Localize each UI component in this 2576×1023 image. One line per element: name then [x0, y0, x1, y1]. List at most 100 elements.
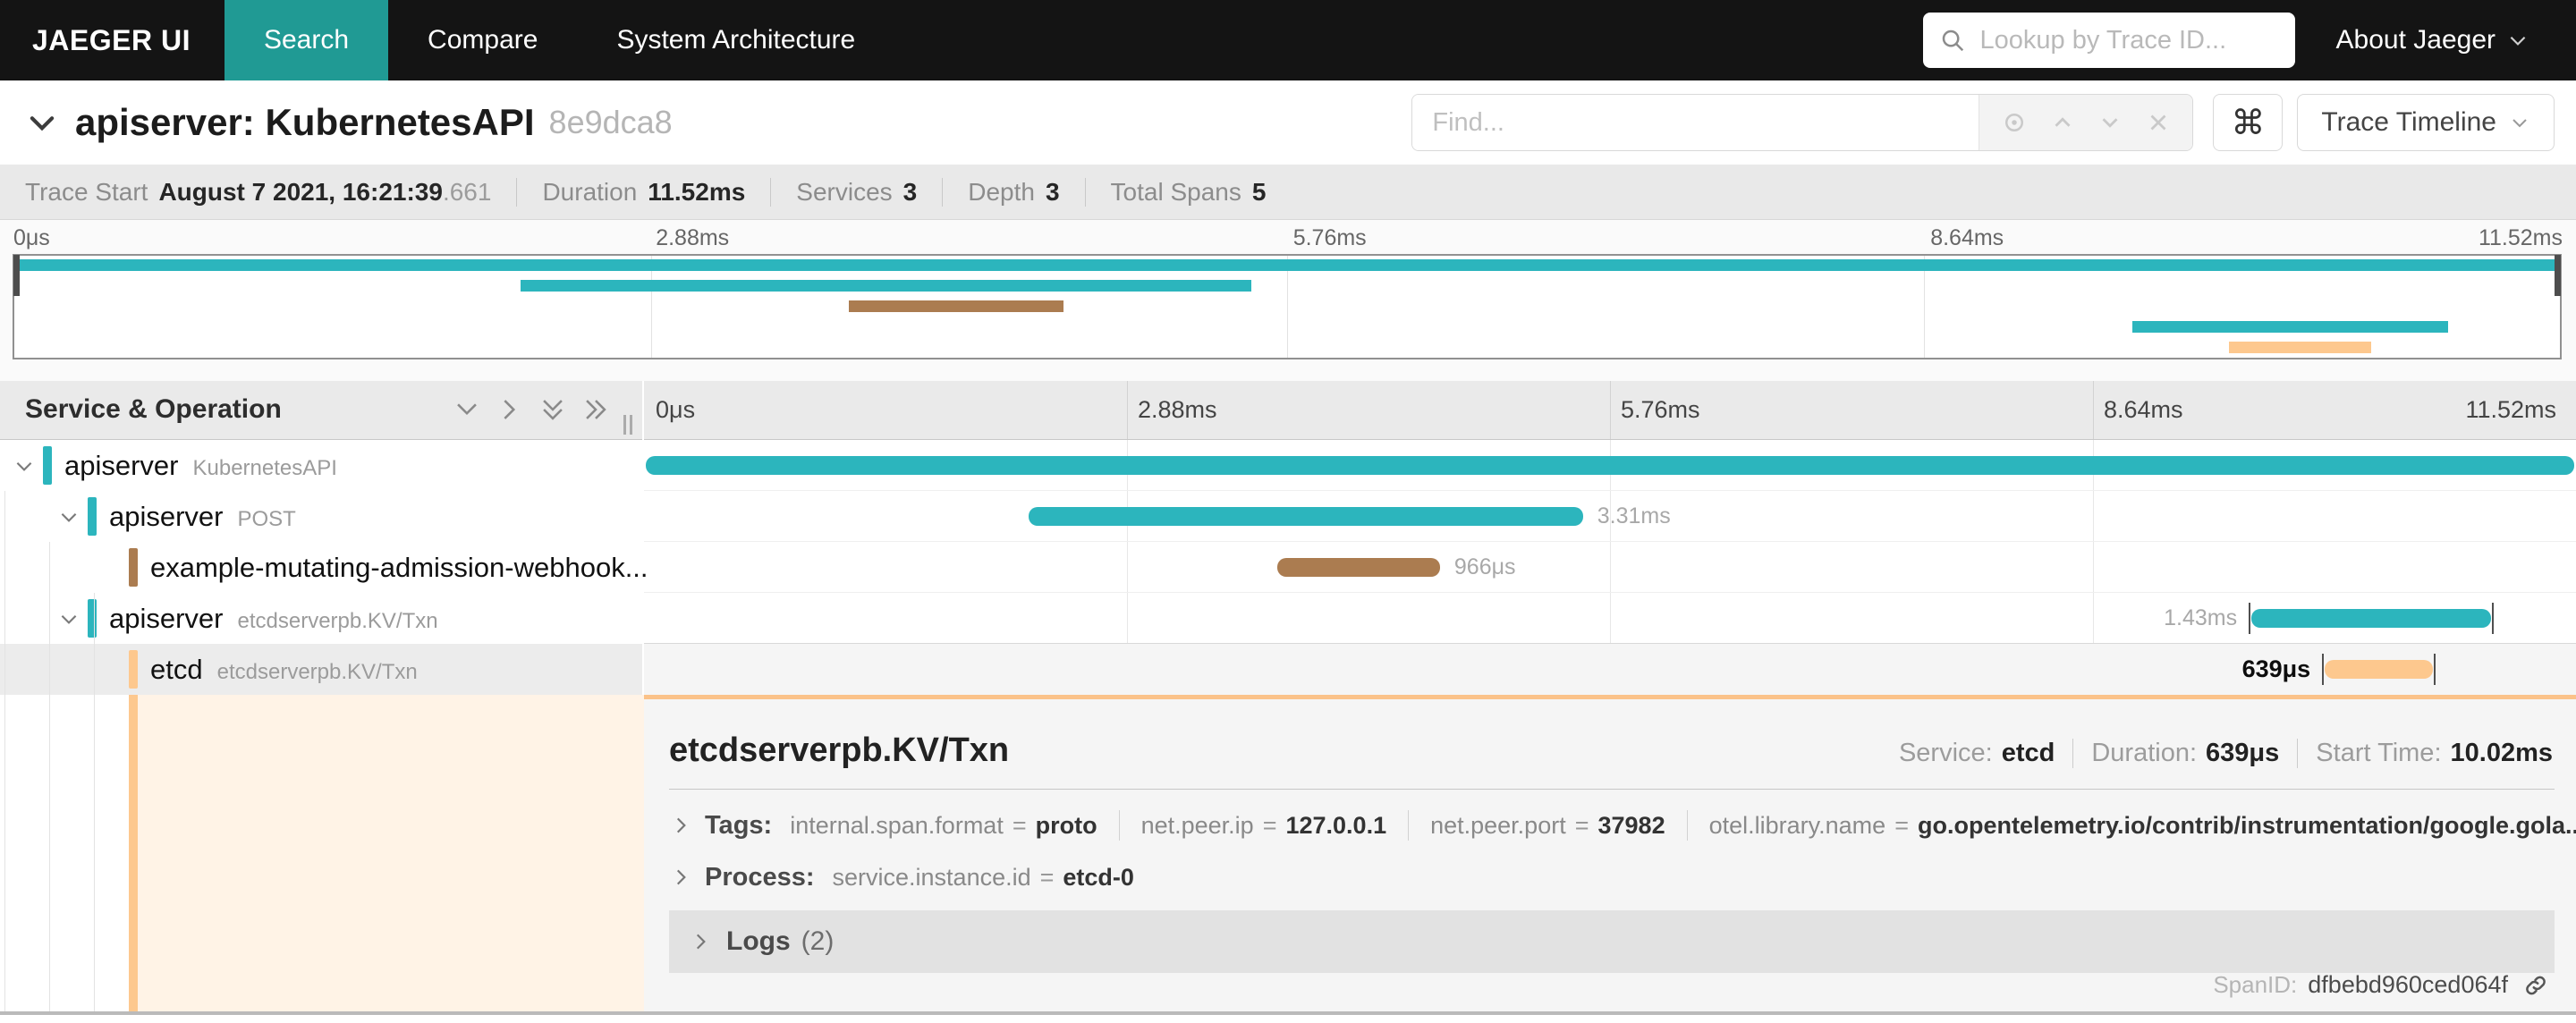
- minimap-span-bar: [2131, 321, 2448, 333]
- span-detail-meta: Service: etcd Duration: 639μs Start Time: 1…: [1898, 739, 2554, 768]
- minimap-gridline: [650, 256, 652, 358]
- indent-guide: [94, 593, 95, 1011]
- trace-view-dropdown[interactable]: Trace Timeline: [2297, 94, 2555, 151]
- tag-item: net.peer.ip = 127.0.0.1: [1140, 811, 1387, 839]
- process-expander[interactable]: Process: service.instance.id = etcd-0: [669, 857, 2555, 898]
- span-name-cell[interactable]: apiserver KubernetesAPI: [0, 440, 644, 491]
- span-row-apiserver-txn: apiserver etcdserverpb.KV/Txn 1.43ms: [0, 593, 2576, 644]
- search-icon: [1942, 30, 1963, 52]
- span-name-cell[interactable]: apiserver POST: [0, 491, 644, 542]
- nav-tab-search[interactable]: Search: [224, 0, 389, 80]
- minimap-right-drag-handle[interactable]: [2555, 255, 2561, 296]
- span-duration-bar[interactable]: [2322, 654, 2436, 685]
- column-resize-handle[interactable]: [623, 415, 636, 435]
- header-gridline: [1610, 381, 1611, 439]
- span-row-apiserver-kubernetesapi: apiserver KubernetesAPI: [0, 440, 2576, 491]
- trace-summary-bar: Trace Start August 7 2021, 16:21:39 .661…: [0, 165, 2576, 220]
- process-item: service.instance.id = etcd-0: [832, 863, 1134, 891]
- indent-guide: [4, 491, 5, 1011]
- trace-header: apiserver: KubernetesAPI 8e9dca8 ⌘ Trace…: [0, 80, 2576, 165]
- summary-total-spans: Total Spans 5: [1084, 177, 1266, 207]
- span-timeline-cell: [644, 440, 2576, 491]
- span-operation: etcdserverpb.KV/Txn: [237, 609, 438, 633]
- find-input[interactable]: [1412, 95, 1979, 150]
- detail-service: etcd: [2001, 739, 2055, 767]
- logs-expander[interactable]: Logs (2): [669, 910, 2555, 973]
- chevron-right-icon: [676, 869, 686, 885]
- chevron-down-icon[interactable]: [57, 505, 80, 528]
- find-controls: [1979, 95, 2193, 150]
- span-duration-label: 3.31ms: [1597, 503, 1671, 528]
- span-duration-label: 966μs: [1453, 554, 1516, 579]
- span-detail-panel: etcdserverpb.KV/Txn Service: etcd Duratio…: [644, 695, 2576, 1011]
- trace-title: apiserver: KubernetesAPI: [75, 101, 535, 143]
- timeline-tick: 8.64ms: [2104, 396, 2183, 423]
- match-highlight-icon[interactable]: [2001, 109, 2028, 136]
- page-bottom: [0, 1015, 2576, 1023]
- nav-tab-compare[interactable]: Compare: [388, 0, 577, 80]
- collapse-all-icon[interactable]: [538, 394, 568, 425]
- span-timeline-cell: 1.43ms: [644, 593, 2576, 644]
- span-service: apiserver: [109, 603, 224, 634]
- minimap-span-bar: [16, 259, 2558, 271]
- trace-id-input[interactable]: [1978, 24, 2279, 56]
- span-timeline-cell: 639μs: [644, 644, 2576, 695]
- span-detail-title: etcdserverpb.KV/Txn: [669, 731, 1010, 769]
- minimap-gridline: [1923, 256, 1925, 358]
- indent-guide: [49, 542, 50, 1011]
- span-row-etcd-txn-selected: etcd etcdserverpb.KV/Txn 639μs: [0, 644, 2576, 695]
- span-name-cell[interactable]: example-mutating-admission-webhook...: [0, 542, 648, 593]
- clear-find-icon[interactable]: [2145, 109, 2172, 136]
- chevron-down-icon: [2510, 36, 2526, 46]
- span-color-bar: [88, 599, 97, 638]
- service-operation-header: Service & Operation: [0, 381, 644, 440]
- jaeger-logo[interactable]: JAEGER UI: [0, 24, 225, 57]
- span-operation: KubernetesAPI: [192, 456, 337, 480]
- nav-tab-system-architecture[interactable]: System Architecture: [577, 0, 894, 80]
- span-detail-gutter: [0, 695, 644, 1011]
- expand-one-icon[interactable]: [495, 394, 525, 425]
- minimap-span-bar: [2229, 342, 2372, 353]
- span-operation: etcdserverpb.KV/Txn: [216, 660, 418, 684]
- about-jaeger-menu[interactable]: About Jaeger: [2336, 25, 2529, 55]
- chevron-right-icon: [696, 934, 706, 950]
- span-color-bar: [88, 497, 97, 536]
- span-row-apiserver-post: apiserver POST 3.31ms: [0, 491, 2576, 542]
- span-edge-tick: [2491, 603, 2494, 634]
- collapse-one-icon[interactable]: [452, 394, 482, 425]
- span-name-cell[interactable]: apiserver etcdserverpb.KV/Txn: [0, 593, 644, 644]
- chevron-down-icon[interactable]: [57, 607, 80, 630]
- minimap-tick: 0μs: [13, 225, 50, 250]
- minimap-tick: 11.52ms: [2478, 225, 2563, 250]
- span-duration-bar[interactable]: [1028, 507, 1583, 526]
- span-duration-bar[interactable]: [2249, 603, 2494, 634]
- link-icon[interactable]: [2522, 972, 2549, 999]
- tags-expander[interactable]: Tags: internal.span.format = proto net.pee…: [669, 805, 2576, 846]
- timeline-minimap[interactable]: [13, 254, 2562, 359]
- span-duration-label: 639μs: [2241, 655, 2311, 682]
- detail-start-time: 10.02ms: [2450, 739, 2554, 767]
- span-row-webhook: example-mutating-admission-webhook... 96…: [0, 542, 2576, 593]
- keyboard-shortcuts-button[interactable]: ⌘: [2213, 94, 2284, 151]
- minimap-tick: 2.88ms: [656, 225, 730, 250]
- chevron-down-icon[interactable]: [13, 454, 36, 478]
- span-edge-tick: [2249, 603, 2251, 634]
- span-name-cell[interactable]: etcd etcdserverpb.KV/Txn: [0, 644, 644, 695]
- header-gridline: [1127, 381, 1128, 439]
- span-id-row: SpanID: dfbebd960ced064f: [2213, 971, 2549, 999]
- span-detail-tint: [138, 695, 644, 1011]
- minimap-span-bar: [521, 280, 1252, 292]
- collapse-trace-chevron-icon[interactable]: [25, 106, 59, 140]
- trace-id-short: 8e9dca8: [548, 104, 673, 140]
- detail-duration: 639μs: [2206, 739, 2280, 767]
- minimap-left-drag-handle[interactable]: [13, 255, 20, 296]
- span-service: apiserver: [64, 450, 179, 481]
- expand-all-icon[interactable]: [580, 394, 611, 425]
- span-duration-bar[interactable]: [646, 456, 2574, 475]
- tag-item: net.peer.port = 37982: [1430, 811, 1665, 839]
- next-match-icon[interactable]: [2097, 109, 2123, 136]
- span-color-bar: [129, 548, 138, 587]
- span-rows: apiserver KubernetesAPI apiserver POST 3.3…: [0, 440, 2576, 695]
- prev-match-icon[interactable]: [2049, 109, 2076, 136]
- span-duration-bar[interactable]: [1277, 558, 1440, 577]
